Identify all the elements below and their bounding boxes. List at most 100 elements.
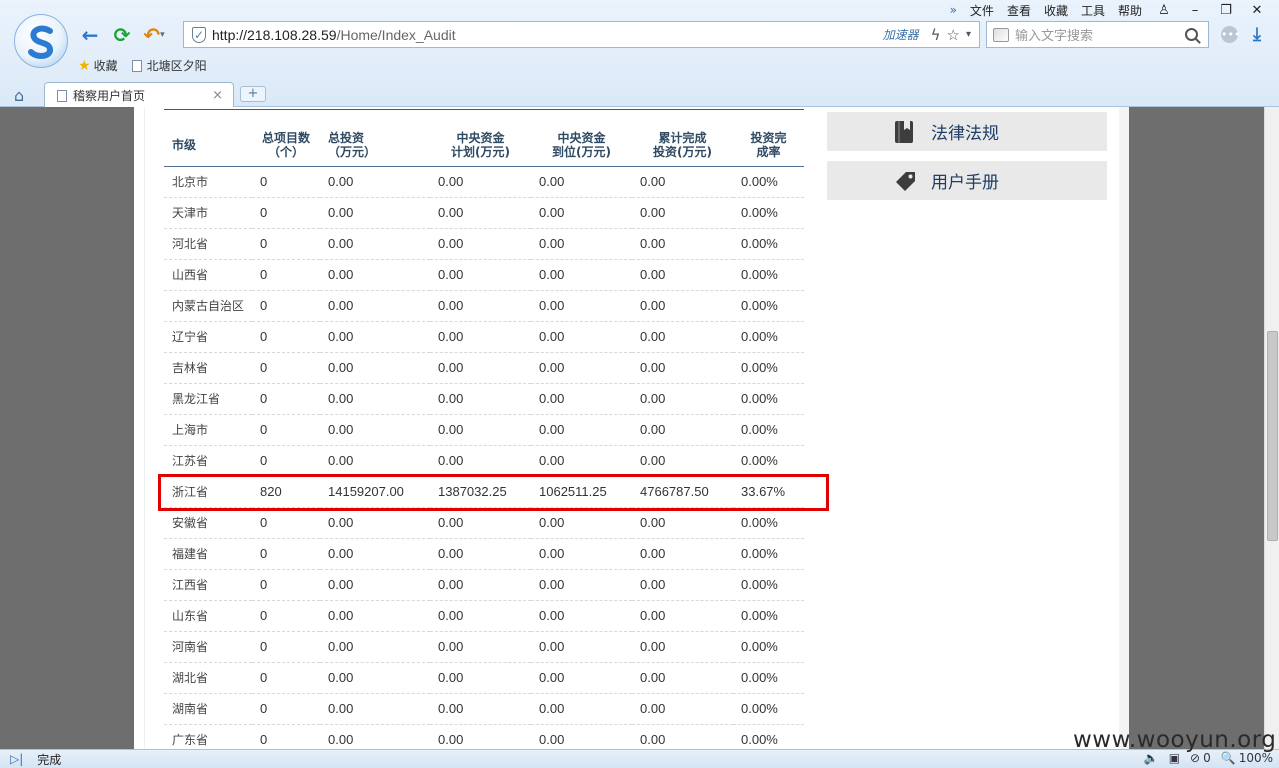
cell-project-count: 0	[252, 352, 320, 384]
download-icon[interactable]: ⤓	[1253, 24, 1261, 45]
browser-chrome: » 文件 查看 收藏 工具 帮助 ♙ – ❐ ✕ ← ⟳ ↶ ▾ ✓ http:/…	[0, 0, 1279, 108]
search-engine-icon[interactable]	[993, 27, 1009, 42]
cell-total-investment: 0.00	[320, 724, 430, 749]
header-region: 市级	[164, 124, 252, 167]
address-bar[interactable]: ✓ http://218.108.28.59/Home/Index_Audit …	[183, 21, 980, 48]
menu-item-favorites[interactable]: 收藏	[1044, 2, 1068, 19]
menu-item-tools[interactable]: 工具	[1081, 2, 1105, 19]
volume-icon[interactable]: 🔈	[1144, 751, 1159, 765]
cell-central-plan: 0.00	[430, 383, 531, 415]
tab-close-icon[interactable]: ×	[212, 88, 223, 103]
home-icon[interactable]: ⌂	[14, 86, 24, 105]
table-header-row: 市级 总项目数 （个） 总投资 （万元） 中央资金 计划(万元) 中央资金 到位(万元)…	[164, 124, 804, 167]
cell-region: 安徽省	[164, 507, 252, 539]
more-icon[interactable]: •••	[1221, 26, 1240, 43]
favorite-link-label: 北塘区夕阳	[146, 59, 207, 73]
investment-stats-table: 市级 总项目数 （个） 总投资 （万元） 中央资金 计划(万元) 中央资金 到位(万元)…	[164, 124, 804, 749]
cell-completion-rate: 0.00%	[733, 197, 804, 229]
table-row: 天津市 0 0.00 0.00 0.00 0.00 0.00%	[164, 197, 804, 229]
tab-bar: ⌂ 稽察用户首页 × +	[0, 80, 1279, 108]
status-text: 完成	[37, 752, 62, 767]
menu-item-file[interactable]: 文件	[970, 2, 994, 19]
cell-region: 黑龙江省	[164, 383, 252, 415]
cell-region: 上海市	[164, 414, 252, 446]
user-manual-button[interactable]: 用户手册	[827, 161, 1107, 200]
search-input[interactable]: 输入文字搜索	[1015, 25, 1185, 44]
cell-cumulative: 0.00	[632, 259, 733, 291]
blocked-icon[interactable]: ⊘	[1190, 751, 1200, 765]
watermark: www.wooyun.org	[1073, 727, 1277, 753]
cell-cumulative: 0.00	[632, 631, 733, 663]
new-tab-button[interactable]: +	[240, 86, 266, 102]
favorites-bar: ★ 收藏 北塘区夕阳	[78, 57, 221, 74]
zoom-icon[interactable]: 🔍	[1221, 751, 1236, 765]
address-icons: ϟ ☆ ▾	[925, 26, 971, 44]
cell-central-plan: 0.00	[430, 662, 531, 694]
table-row: 湖南省 0 0.00 0.00 0.00 0.00 0.00%	[164, 693, 804, 725]
user-manual-label: 用户手册	[931, 173, 999, 193]
cell-region: 北京市	[164, 166, 252, 198]
refresh-icon[interactable]: ⟳	[110, 23, 134, 47]
address-url[interactable]: http://218.108.28.59/Home/Index_Audit	[212, 27, 883, 43]
cell-central-arrived: 0.00	[531, 352, 632, 384]
cell-total-investment: 0.00	[320, 383, 430, 415]
cell-central-arrived: 0.00	[531, 290, 632, 322]
accelerator-label[interactable]: 加速器	[883, 26, 919, 43]
cell-completion-rate: 0.00%	[733, 414, 804, 446]
cell-completion-rate: 0.00%	[733, 569, 804, 601]
cell-cumulative: 0.00	[632, 383, 733, 415]
favorite-link[interactable]: 北塘区夕阳	[131, 57, 207, 74]
cell-central-arrived: 0.00	[531, 538, 632, 570]
toolbox-icon[interactable]: ▣	[1169, 751, 1180, 765]
minimize-icon[interactable]: –	[1186, 3, 1204, 18]
scrollbar-thumb[interactable]	[1267, 331, 1278, 541]
lightning-icon[interactable]: ϟ	[931, 26, 941, 44]
cell-completion-rate: 0.00%	[733, 445, 804, 477]
cell-project-count: 0	[252, 662, 320, 694]
table-row: 北京市 0 0.00 0.00 0.00 0.00 0.00%	[164, 166, 804, 198]
cell-region: 内蒙古自治区	[164, 290, 252, 322]
address-host: http://218.108.28.59	[212, 26, 337, 43]
law-regulation-button[interactable]: 法律法规	[827, 112, 1107, 151]
cell-central-plan: 0.00	[430, 445, 531, 477]
menu-expand-icon[interactable]: »	[950, 3, 957, 17]
cell-project-count: 0	[252, 600, 320, 632]
skin-icon[interactable]: ♙	[1155, 3, 1173, 18]
cell-completion-rate: 0.00%	[733, 631, 804, 663]
cell-region: 广东省	[164, 724, 252, 749]
favorites-button[interactable]: ★ 收藏	[78, 57, 118, 74]
cell-cumulative: 0.00	[632, 414, 733, 446]
restore-icon[interactable]: ❐	[1217, 3, 1235, 18]
cell-region: 河北省	[164, 228, 252, 260]
cell-central-plan: 0.00	[430, 228, 531, 260]
table-row: 山西省 0 0.00 0.00 0.00 0.00 0.00%	[164, 259, 804, 291]
undo-close-icon[interactable]: ↶ ▾	[142, 23, 166, 47]
star-icon[interactable]: ☆	[947, 26, 960, 44]
cell-region: 河南省	[164, 631, 252, 663]
tab-audit-home[interactable]: 稽察用户首页 ×	[44, 82, 234, 108]
cell-project-count: 0	[252, 538, 320, 570]
menu-item-help[interactable]: 帮助	[1118, 2, 1142, 19]
table-row: 辽宁省 0 0.00 0.00 0.00 0.00 0.00%	[164, 321, 804, 353]
cell-total-investment: 0.00	[320, 631, 430, 663]
back-arrow-icon[interactable]: ←	[78, 23, 102, 47]
browser-logo	[14, 14, 68, 68]
header-central-plan: 中央资金 计划(万元)	[430, 124, 531, 167]
dropdown-icon[interactable]: ▾	[966, 29, 971, 40]
close-icon[interactable]: ✕	[1248, 3, 1266, 18]
vertical-scrollbar[interactable]	[1264, 107, 1279, 749]
cell-cumulative: 0.00	[632, 166, 733, 198]
search-box[interactable]: 输入文字搜索	[986, 21, 1209, 48]
menu-item-view[interactable]: 查看	[1007, 2, 1031, 19]
cell-central-plan: 0.00	[430, 569, 531, 601]
search-icon[interactable]	[1185, 28, 1198, 41]
cell-cumulative: 0.00	[632, 352, 733, 384]
zoom-level[interactable]: 100%	[1239, 751, 1273, 765]
tab-title: 稽察用户首页	[73, 89, 146, 103]
cell-central-arrived: 0.00	[531, 228, 632, 260]
cell-completion-rate: 0.00%	[733, 259, 804, 291]
cell-central-arrived: 0.00	[531, 445, 632, 477]
cell-total-investment: 0.00	[320, 259, 430, 291]
sidebar-toggle-icon[interactable]: ▷|	[10, 752, 23, 766]
cell-central-plan: 0.00	[430, 290, 531, 322]
